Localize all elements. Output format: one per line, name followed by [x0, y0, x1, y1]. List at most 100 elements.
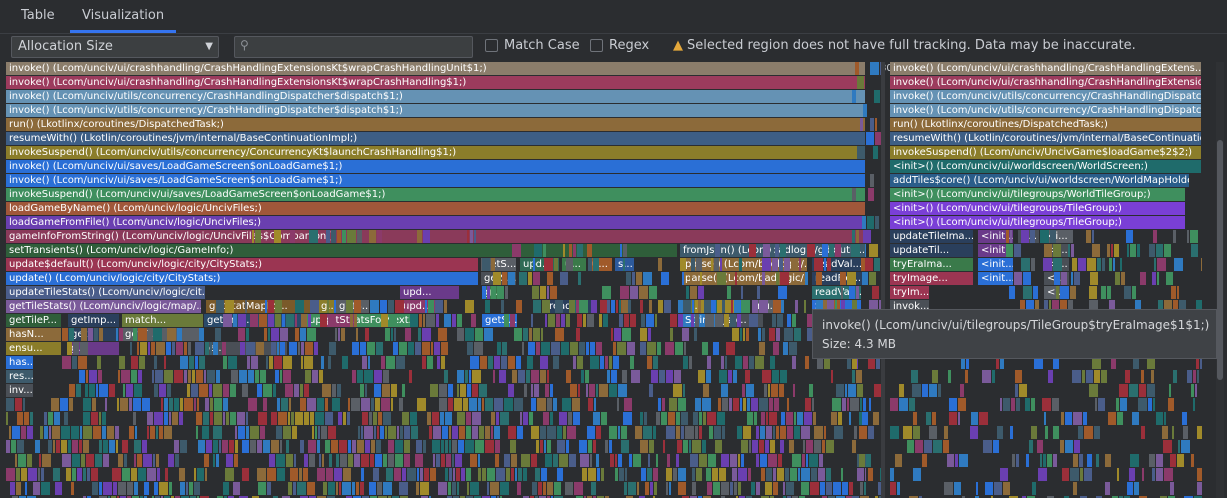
flame-fragment[interactable]: [259, 314, 267, 327]
flame-fragment[interactable]: [769, 328, 775, 341]
flame-fragment[interactable]: [1043, 258, 1052, 271]
flame-fragment[interactable]: [603, 314, 608, 327]
flame-fragment[interactable]: [765, 440, 769, 453]
flame-fragment[interactable]: [1197, 468, 1202, 481]
flame-fragment[interactable]: [826, 440, 834, 453]
flame-fragment[interactable]: [512, 244, 521, 257]
flame-fragment[interactable]: [599, 314, 602, 327]
flame-fragment[interactable]: [1197, 370, 1199, 383]
flame-fragment[interactable]: [225, 300, 234, 313]
flame-fragment[interactable]: [230, 384, 236, 397]
flame-fragment[interactable]: [533, 300, 541, 313]
flame-fragment[interactable]: [691, 258, 695, 271]
flame-fragment[interactable]: [210, 342, 212, 355]
flame-fragment[interactable]: [590, 356, 599, 369]
flame-fragment[interactable]: [276, 454, 285, 467]
flame-fragment[interactable]: [1141, 426, 1145, 439]
flame-fragment[interactable]: [824, 426, 826, 439]
flame-fragment[interactable]: [1174, 258, 1183, 271]
flame-fragment[interactable]: [758, 328, 761, 341]
flame-fragment[interactable]: [547, 440, 551, 453]
flame-fragment[interactable]: [9, 426, 11, 439]
flame-fragment[interactable]: [766, 412, 768, 425]
flame-fragment[interactable]: [741, 454, 744, 467]
flame-fragment[interactable]: [766, 426, 772, 439]
flame-fragment[interactable]: [339, 440, 347, 453]
flame-fragment[interactable]: [856, 230, 859, 243]
flame-fragment[interactable]: [380, 300, 387, 313]
flame-fragment[interactable]: [868, 188, 874, 201]
flame-fragment[interactable]: [286, 440, 289, 453]
flame-frame[interactable]: ensu...: [6, 342, 62, 355]
flame-fragment[interactable]: [307, 482, 315, 495]
flame-fragment[interactable]: [864, 482, 866, 495]
flame-fragment[interactable]: [1190, 230, 1198, 243]
flame-fragment[interactable]: [399, 398, 403, 411]
flame-fragment[interactable]: [385, 426, 387, 439]
flame-fragment[interactable]: [17, 440, 24, 453]
flame-fragment[interactable]: [677, 440, 682, 453]
flame-fragment[interactable]: [456, 468, 460, 481]
flame-fragment[interactable]: [184, 398, 193, 411]
flame-fragment[interactable]: [531, 398, 536, 411]
flame-fragment[interactable]: [376, 342, 383, 355]
flame-fragment[interactable]: [840, 272, 846, 285]
flame-fragment[interactable]: [504, 454, 510, 467]
flame-fragment[interactable]: [715, 244, 720, 257]
flame-fragment[interactable]: [1177, 286, 1179, 299]
flame-fragment[interactable]: [976, 482, 978, 495]
flame-fragment[interactable]: [523, 412, 528, 425]
flame-fragment[interactable]: [547, 286, 549, 299]
flame-fragment[interactable]: [521, 454, 530, 467]
flame-fragment[interactable]: [381, 356, 385, 369]
flame-fragment[interactable]: [273, 384, 276, 397]
flame-fragment[interactable]: [6, 412, 8, 425]
flame-fragment[interactable]: [692, 468, 695, 481]
flame-fragment[interactable]: [778, 286, 787, 299]
flame-fragment[interactable]: [81, 328, 87, 341]
flame-fragment[interactable]: [814, 258, 823, 271]
flame-fragment[interactable]: [66, 468, 71, 481]
flame-fragment[interactable]: [375, 398, 380, 411]
flame-fragment[interactable]: [903, 426, 912, 439]
flame-fragment[interactable]: [695, 398, 701, 411]
flame-fragment[interactable]: [395, 440, 403, 453]
flame-fragment[interactable]: [794, 412, 796, 425]
flame-fragment[interactable]: [630, 356, 634, 369]
flame-fragment[interactable]: [275, 300, 282, 313]
flame-fragment[interactable]: [294, 384, 299, 397]
flame-fragment[interactable]: [441, 342, 448, 355]
flame-fragment[interactable]: [432, 440, 440, 453]
flame-fragment[interactable]: [49, 426, 51, 439]
flame-fragment[interactable]: [1023, 272, 1031, 285]
flame-fragment[interactable]: [531, 426, 539, 439]
flame-fragment[interactable]: [676, 454, 679, 467]
flame-fragment[interactable]: [698, 300, 701, 313]
flame-fragment[interactable]: [741, 440, 748, 453]
flame-fragment[interactable]: [992, 370, 995, 383]
flame-fragment[interactable]: [452, 482, 456, 495]
flame-fragment[interactable]: [795, 300, 798, 313]
flame-fragment[interactable]: [1050, 230, 1056, 243]
flame-fragment[interactable]: [369, 230, 376, 243]
flame-fragment[interactable]: [422, 356, 426, 369]
flame-fragment[interactable]: [314, 342, 318, 355]
flame-fragment[interactable]: [487, 286, 490, 299]
flame-fragment[interactable]: [405, 300, 407, 313]
flame-fragment[interactable]: [722, 426, 725, 439]
tab-visualization[interactable]: Visualization: [70, 0, 177, 33]
flame-fragment[interactable]: [873, 412, 879, 425]
flame-fragment[interactable]: [369, 412, 372, 425]
flame-fragment[interactable]: [386, 356, 395, 369]
flame-fragment[interactable]: [793, 384, 795, 397]
flame-fragment[interactable]: [238, 426, 245, 439]
flame-fragment[interactable]: [257, 468, 266, 481]
flame-fragment[interactable]: [607, 300, 610, 313]
flame-fragment[interactable]: [343, 468, 351, 481]
flame-fragment[interactable]: [557, 426, 562, 439]
regex-checkbox[interactable]: [590, 39, 603, 52]
flame-fragment[interactable]: [394, 468, 401, 481]
flame-fragment[interactable]: [475, 440, 484, 453]
flame-fragment[interactable]: [655, 314, 657, 327]
flame-fragment[interactable]: [802, 454, 805, 467]
